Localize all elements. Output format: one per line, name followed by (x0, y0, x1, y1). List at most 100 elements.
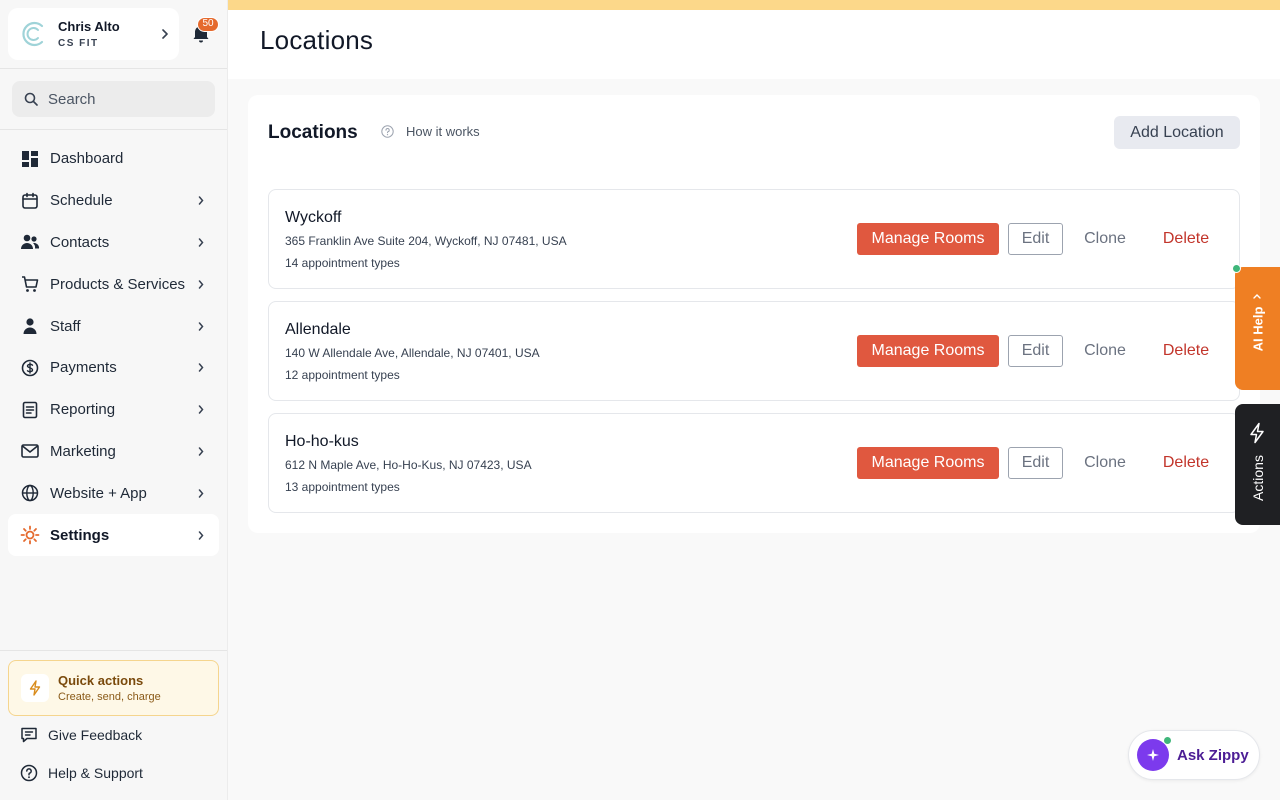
nav-item-reporting[interactable]: Reporting (8, 389, 219, 431)
search-box[interactable] (12, 81, 215, 117)
add-location-button[interactable]: Add Location (1114, 116, 1240, 149)
account-names: Chris Alto CS FIT (58, 19, 161, 49)
give-feedback-label: Give Feedback (48, 727, 143, 743)
location-address: 365 Franklin Ave Suite 204, Wyckoff, NJ … (285, 234, 567, 248)
divider (0, 129, 227, 130)
chevron-right-icon (193, 321, 209, 331)
edit-button[interactable]: Edit (1008, 223, 1063, 255)
page-header: Locations (228, 10, 1280, 79)
report-icon (20, 400, 40, 420)
delete-button[interactable]: Delete (1151, 223, 1221, 255)
quick-actions-subtitle: Create, send, charge (58, 691, 161, 703)
nav-item-contacts[interactable]: Contacts (8, 222, 219, 264)
nav-item-label: Dashboard (50, 150, 124, 168)
nav-item-label: Contacts (50, 233, 110, 251)
chevron-right-icon (193, 489, 209, 498)
edit-button[interactable]: Edit (1008, 335, 1063, 367)
help-icon (20, 764, 38, 782)
main-nav: Dashboard Schedule Contacts Products & S… (8, 138, 219, 556)
location-row: Wyckoff 365 Franklin Ave Suite 204, Wyck… (268, 189, 1240, 289)
nav-item-label: Staff (50, 317, 81, 335)
account-org-name: CS FIT (58, 38, 99, 49)
delete-button[interactable]: Delete (1151, 335, 1221, 367)
edit-button[interactable]: Edit (1008, 447, 1063, 479)
nav-item-label: Payments (50, 359, 117, 377)
person-icon (20, 316, 40, 336)
ai-help-tab[interactable]: AI Help (1232, 264, 1280, 390)
page-title: Locations (260, 25, 374, 55)
dashboard-icon (20, 149, 40, 169)
nav-item-label: Products & Services (50, 275, 186, 293)
location-row: Allendale 140 W Allendale Ave, Allendale… (268, 301, 1240, 401)
notification-count-badge: 50 (197, 17, 219, 32)
location-row: Ho-ho-kus 612 N Maple Ave, Ho-Ho-Kus, NJ… (268, 413, 1240, 513)
sun-icon (20, 525, 40, 545)
manage-rooms-button[interactable]: Manage Rooms (857, 447, 999, 479)
quick-actions-text: Quick actions Create, send, charge (58, 673, 161, 703)
how-it-works-link[interactable]: How it works (381, 124, 480, 139)
location-name: Wyckoff (285, 209, 342, 226)
clone-button[interactable]: Clone (1074, 223, 1136, 255)
ask-zippy-button[interactable]: Ask Zippy (1128, 730, 1260, 780)
location-address: 612 N Maple Ave, Ho-Ho-Kus, NJ 07423, US… (285, 458, 532, 472)
give-feedback-link[interactable]: Give Feedback (20, 726, 142, 744)
chevron-right-icon (193, 196, 209, 205)
contacts-icon (20, 232, 40, 252)
ai-help-label: AI Help (1250, 306, 1266, 352)
nav-item-label: Settings (50, 526, 110, 544)
help-icon (381, 125, 394, 138)
quick-actions-button[interactable]: Quick actions Create, send, charge (8, 660, 219, 716)
nav-item-website-app[interactable]: Website + App (8, 472, 219, 514)
nav-item-label: Website + App (50, 484, 147, 502)
chevron-right-icon (193, 530, 209, 540)
help-support-label: Help & Support (48, 765, 143, 781)
manage-rooms-button[interactable]: Manage Rooms (857, 223, 999, 255)
chevron-up-icon (1253, 294, 1261, 299)
nav-item-label: Reporting (50, 401, 116, 419)
nav-item-products-services[interactable]: Products & Services (8, 263, 219, 305)
clone-button[interactable]: Clone (1074, 447, 1136, 479)
sidebar: Chris Alto CS FIT 50 Dashboard Schedule … (0, 0, 228, 800)
sparkle-icon (1137, 736, 1172, 771)
feedback-icon (21, 727, 37, 743)
how-it-works-label: How it works (406, 124, 480, 139)
lightning-icon (1250, 422, 1264, 444)
nav-item-payments[interactable]: Payments (8, 347, 219, 389)
quick-actions-title: Quick actions (58, 673, 144, 688)
actions-label: Actions (1250, 455, 1266, 501)
nav-item-dashboard[interactable]: Dashboard (8, 138, 219, 180)
help-support-link[interactable]: Help & Support (20, 764, 143, 782)
location-appointment-types: 13 appointment types (285, 480, 400, 494)
manage-rooms-button[interactable]: Manage Rooms (857, 335, 999, 367)
top-banner-strip (228, 0, 1280, 10)
location-appointment-types: 12 appointment types (285, 368, 400, 382)
nav-item-label: Marketing (50, 442, 116, 460)
delete-button[interactable]: Delete (1151, 447, 1221, 479)
search-icon (24, 92, 38, 106)
divider (0, 650, 227, 651)
lightning-icon (21, 674, 49, 702)
chevron-right-icon (193, 405, 209, 414)
nav-item-schedule[interactable]: Schedule (8, 180, 219, 222)
locations-panel: Locations How it works Add Location Wyck… (248, 95, 1260, 533)
mail-icon (20, 441, 40, 461)
nav-item-marketing[interactable]: Marketing (8, 431, 219, 473)
ask-zippy-label: Ask Zippy (1177, 746, 1249, 764)
chevron-right-icon (193, 280, 209, 289)
chevron-right-icon (193, 447, 209, 456)
search-input[interactable] (48, 90, 198, 108)
online-status-dot (1232, 264, 1241, 273)
actions-tab[interactable]: Actions (1235, 404, 1280, 525)
dollar-icon (20, 358, 40, 378)
nav-item-settings[interactable]: Settings (8, 514, 219, 556)
location-name: Ho-ho-kus (285, 433, 359, 450)
clone-button[interactable]: Clone (1074, 335, 1136, 367)
nav-item-label: Schedule (50, 192, 113, 210)
cart-icon (20, 274, 40, 294)
nav-item-staff[interactable]: Staff (8, 305, 219, 347)
chevron-right-icon (193, 363, 209, 373)
location-name: Allendale (285, 321, 351, 338)
account-switcher[interactable]: Chris Alto CS FIT (8, 8, 179, 60)
location-address: 140 W Allendale Ave, Allendale, NJ 07401… (285, 346, 540, 360)
panel-title: Locations (268, 122, 358, 143)
